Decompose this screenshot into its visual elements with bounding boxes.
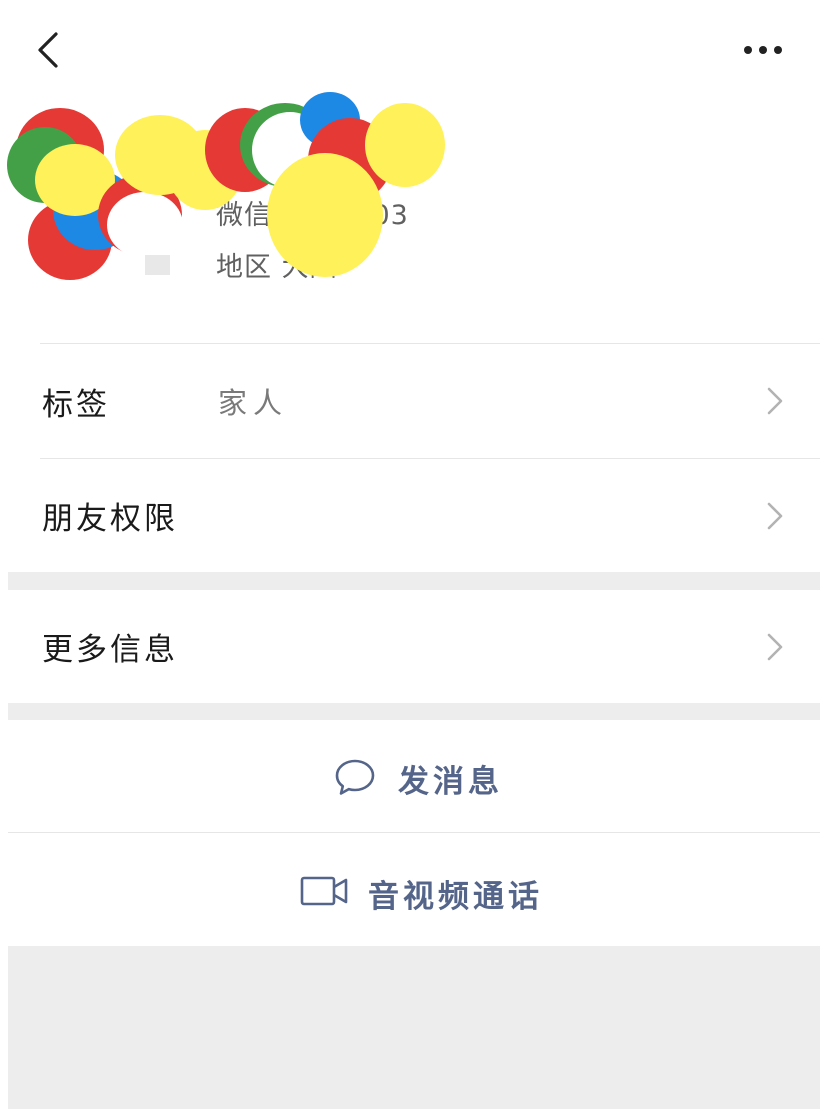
av-call-button[interactable]: 音视频通话 [8,833,820,945]
profile-header: 微信 9071203 地区 大陆 [0,90,828,340]
row-more-info[interactable]: 更多信息 [8,590,820,703]
region-text: 地区 大陆 [216,252,338,283]
row-tag-value: 家人 [218,386,289,420]
top-bar [0,0,828,100]
row-tag[interactable]: 标签 家人 [8,344,820,458]
section-gap [8,703,820,720]
chevron-right-icon [767,502,783,529]
row-more-info-label: 更多信息 [42,632,178,668]
chevron-left-icon[interactable] [30,28,66,72]
send-message-label: 发消息 [398,764,503,800]
section-gap [8,572,820,590]
chevron-right-icon [767,633,783,660]
video-camera-icon [300,876,348,906]
bottom-background [8,946,820,1109]
row-friend-permissions[interactable]: 朋友权限 [8,459,820,572]
av-call-label: 音视频通话 [368,879,543,915]
row-friend-permissions-label: 朋友权限 [42,501,178,537]
send-message-button[interactable]: 发消息 [8,720,820,832]
row-tag-label: 标签 [42,386,110,423]
chevron-right-icon [767,387,783,415]
chat-bubble-icon [335,759,375,795]
wechat-id-text: 微信 9071203 [216,200,409,231]
more-dots-icon[interactable] [738,36,788,64]
